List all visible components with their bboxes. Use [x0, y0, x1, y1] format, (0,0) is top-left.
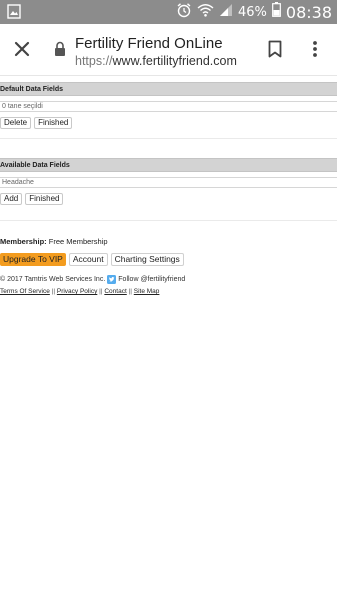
twitter-icon[interactable] [107, 275, 117, 284]
alarm-icon [176, 2, 192, 23]
terms-link[interactable]: Terms Of Service [0, 288, 50, 295]
upgrade-vip-button[interactable]: Upgrade To VIP [0, 253, 66, 266]
add-button[interactable]: Add [0, 193, 23, 205]
link-separator: || [128, 288, 132, 295]
divider [0, 138, 337, 139]
clock: 08:38 [285, 2, 332, 22]
wifi-icon [197, 3, 214, 22]
signal-icon [219, 3, 233, 22]
url-host: www.fertilityfriend.com [112, 54, 237, 68]
battery-percent: 46% [237, 4, 267, 20]
membership-label: Membership: [0, 237, 47, 246]
account-actions: Upgrade To VIP Account Charting Settings [0, 253, 184, 266]
default-fields-buttons: Delete Finished [0, 117, 73, 129]
contact-link[interactable]: Contact [104, 288, 126, 295]
site-map-link[interactable]: Site Map [134, 288, 160, 295]
status-icons: 46% 08:38 [176, 0, 332, 24]
available-fields-header: Available Data Fields [0, 158, 337, 172]
default-finished-button[interactable]: Finished [34, 117, 73, 129]
account-button[interactable]: Account [68, 253, 108, 266]
footer-links: Terms Of Service || Privacy Policy || Co… [0, 288, 159, 295]
overflow-menu-icon[interactable] [312, 40, 318, 58]
membership-status: Membership: Free Membership [0, 237, 108, 246]
footer-copyright-line: © 2017 Tamtris Web Services Inc. Follow … [0, 275, 185, 284]
gallery-notification-icon [7, 4, 21, 19]
link-separator: || [51, 288, 56, 295]
link-separator: || [99, 288, 103, 295]
battery-icon [271, 2, 281, 22]
privacy-link[interactable]: Privacy Policy [57, 288, 97, 295]
available-finished-button[interactable]: Finished [25, 193, 64, 205]
delete-button[interactable]: Delete [0, 117, 32, 129]
follow-twitter-link[interactable]: Follow @fertilityfriend [118, 276, 185, 283]
url-bar[interactable]: https://www.fertilityfriend.com [75, 54, 237, 68]
membership-value: Free Membership [48, 237, 108, 246]
lock-icon[interactable] [54, 41, 66, 57]
divider [0, 220, 337, 221]
copyright-text: © 2017 Tamtris Web Services Inc. [0, 276, 106, 283]
page-title: Fertility Friend OnLine [75, 35, 223, 52]
bookmark-icon[interactable] [268, 40, 282, 58]
status-bar: 46% 08:38 [0, 0, 337, 24]
available-fields-select[interactable]: Headache [0, 177, 337, 188]
url-scheme: https:// [75, 54, 113, 68]
default-fields-header: Default Data Fields [0, 82, 337, 96]
charting-settings-button[interactable]: Charting Settings [110, 253, 184, 266]
default-fields-select[interactable]: 0 tane seçildi [0, 101, 337, 112]
available-fields-buttons: Add Finished [0, 193, 64, 205]
browser-toolbar: Fertility Friend OnLine https://www.fert… [0, 24, 337, 76]
close-icon[interactable] [12, 39, 32, 59]
